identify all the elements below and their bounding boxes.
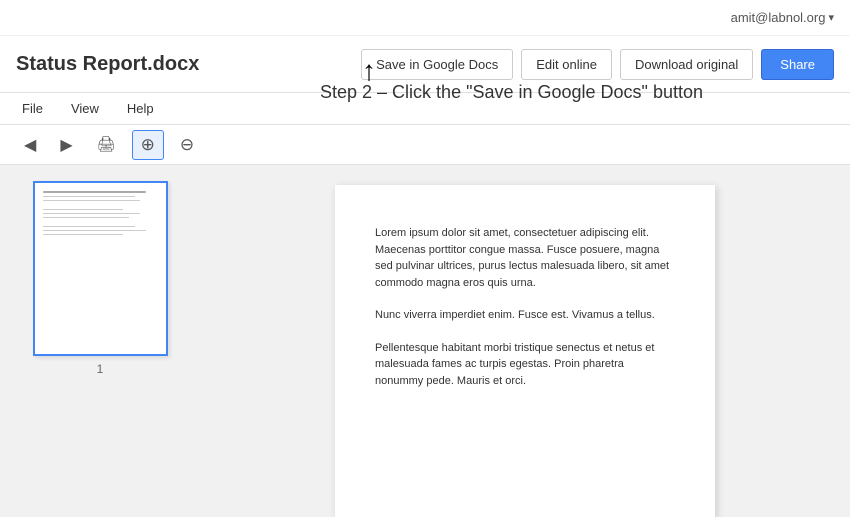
zoom-in-button[interactable]: ⊕ (132, 130, 164, 160)
print-icon: 🖨 (97, 136, 116, 153)
user-email[interactable]: amit@labnol.org ▾ (731, 10, 834, 25)
doc-paragraph-1: Lorem ipsum dolor sit amet, consectetuer… (375, 225, 675, 291)
zoom-out-icon: ⊖ (180, 135, 194, 154)
menu-view[interactable]: View (65, 97, 105, 120)
menu-help[interactable]: Help (121, 97, 160, 120)
user-email-text: amit@labnol.org (731, 10, 826, 25)
page-number: 1 (97, 362, 104, 376)
edit-online-button[interactable]: Edit online (521, 49, 612, 80)
user-dropdown-arrow: ▾ (828, 11, 834, 24)
toolbar: ◀ ▶ 🖨 ⊕ ⊖ (0, 125, 850, 165)
document-area: Lorem ipsum dolor sit amet, consectetuer… (200, 165, 850, 517)
prev-icon: ◀ (24, 137, 36, 154)
doc-paragraph-2: Nunc viverra imperdiet enim. Fusce est. … (375, 307, 675, 324)
zoom-in-icon: ⊕ (141, 135, 155, 154)
menu-bar: File View Help (0, 93, 850, 125)
prev-page-button[interactable]: ◀ (16, 131, 44, 159)
next-icon: ▶ (60, 137, 72, 154)
page-thumbnail[interactable] (33, 181, 168, 356)
next-page-button[interactable]: ▶ (52, 131, 80, 159)
share-button[interactable]: Share (761, 49, 834, 80)
thumbnail-panel: 1 (0, 165, 200, 517)
download-original-button[interactable]: Download original (620, 49, 753, 80)
menu-file[interactable]: File (16, 97, 49, 120)
main-content: 1 Lorem ipsum dolor sit amet, consectetu… (0, 165, 850, 517)
doc-paragraph-3: Pellentesque habitant morbi tristique se… (375, 340, 675, 390)
doc-title: Status Report.docx (16, 53, 199, 76)
print-button[interactable]: 🖨 (89, 131, 124, 158)
save-google-docs-button[interactable]: Save in Google Docs (361, 49, 513, 80)
zoom-out-button[interactable]: ⊖ (172, 131, 202, 159)
document-page: Lorem ipsum dolor sit amet, consectetuer… (335, 185, 715, 517)
